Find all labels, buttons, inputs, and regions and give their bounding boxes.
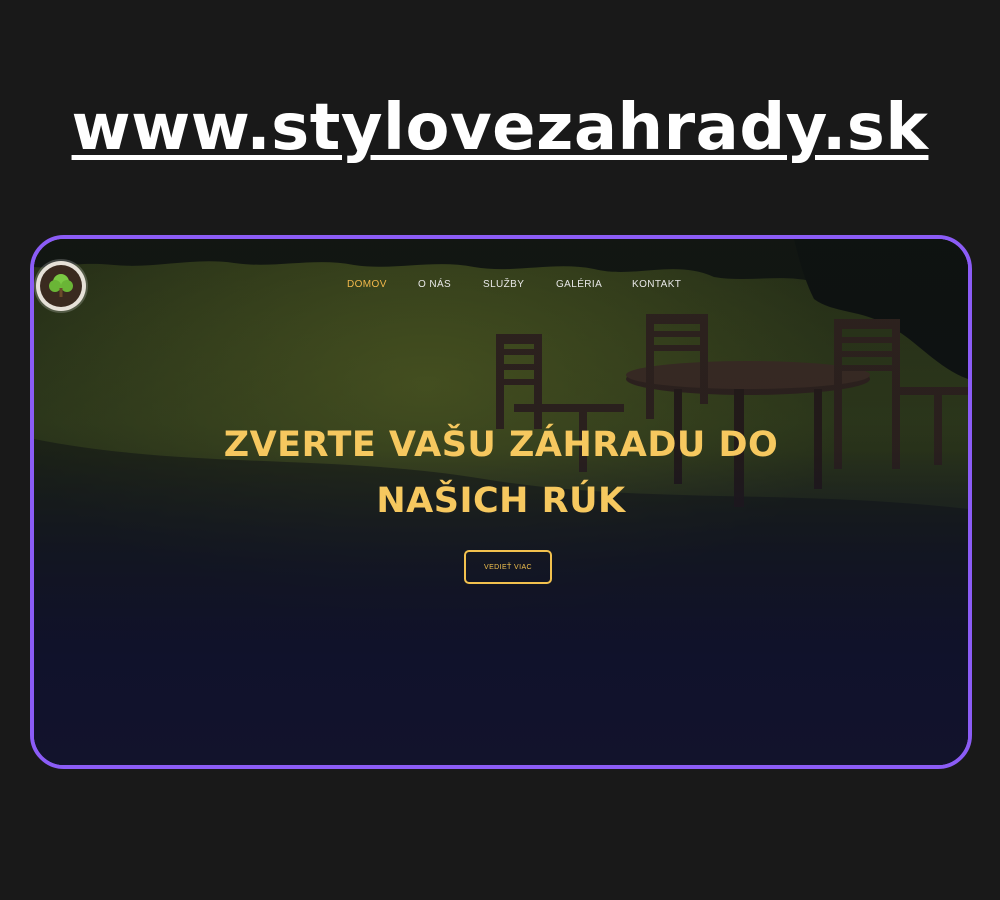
- website-preview-frame: DOMOV O NÁS SLUŽBY GALÉRIA KONTAKT ZVERT…: [30, 235, 972, 769]
- main-nav: DOMOV O NÁS SLUŽBY GALÉRIA KONTAKT: [34, 279, 968, 299]
- nav-item-sluzby[interactable]: SLUŽBY: [483, 279, 524, 290]
- hero-title-line-1: ZVERTE VAŠU ZÁHRADU DO: [223, 425, 779, 465]
- nav-item-kontakt[interactable]: KONTAKT: [632, 279, 681, 290]
- nav-item-domov[interactable]: DOMOV: [347, 279, 387, 290]
- nav-item-o-nas[interactable]: O NÁS: [418, 279, 451, 290]
- site-url-heading: www.stylovezahrady.sk: [71, 91, 929, 165]
- learn-more-button[interactable]: VEDIEŤ VIAC: [464, 550, 552, 584]
- nav-item-galeria[interactable]: GALÉRIA: [556, 279, 602, 290]
- hero-title-line-2: NAŠICH RÚK: [376, 481, 626, 521]
- hero-title: ZVERTE VAŠU ZÁHRADU DO NAŠICH RÚK: [34, 417, 968, 529]
